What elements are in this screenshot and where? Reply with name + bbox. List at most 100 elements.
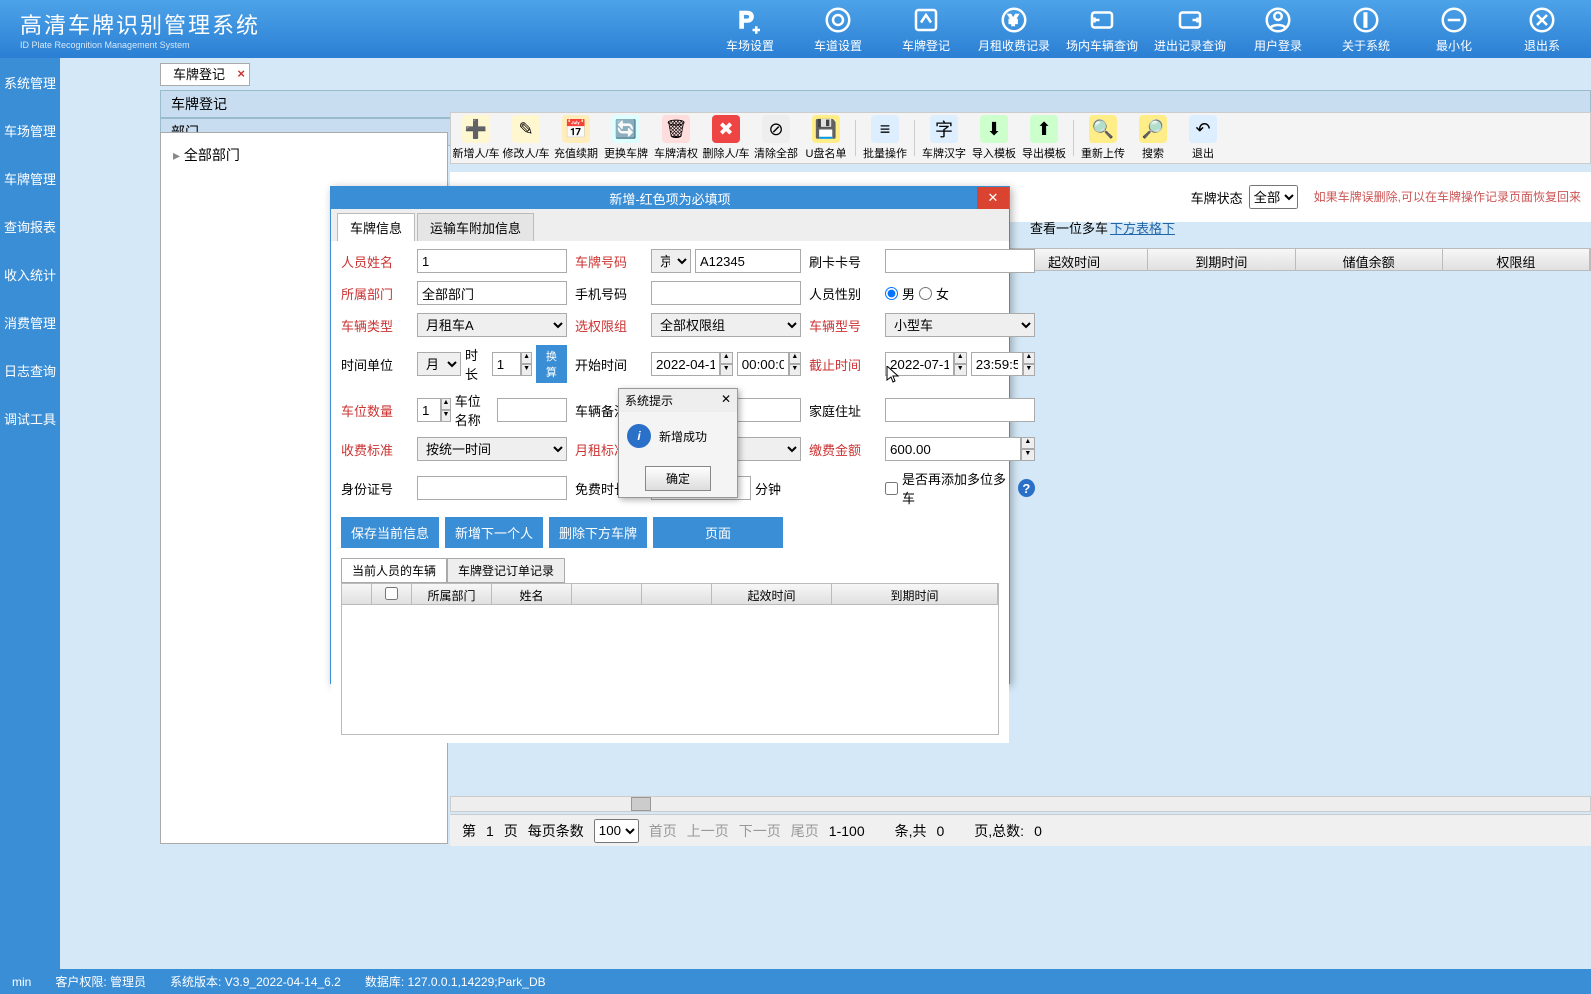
input-end-date[interactable] xyxy=(885,352,954,376)
tb-delete[interactable]: ✖删除人/车 xyxy=(701,115,751,161)
tb-reupload[interactable]: 🔍重新上传 xyxy=(1078,115,1128,161)
multi-car-label: 查看一位多车 xyxy=(1030,218,1108,237)
input-end-time[interactable] xyxy=(971,352,1023,376)
input-phone[interactable] xyxy=(651,281,801,305)
pager-first[interactable]: 首页 xyxy=(649,821,677,841)
tab-label: 车牌登记 xyxy=(173,67,225,82)
dialog-close-icon[interactable]: ✕ xyxy=(977,187,1009,209)
tb-export[interactable]: ⬆导出模板 xyxy=(1019,115,1069,161)
input-dept[interactable] xyxy=(417,281,567,305)
lnav-consume[interactable]: 消费管理 xyxy=(0,298,60,346)
tab-close-icon[interactable]: × xyxy=(237,66,245,81)
nav-inlot-query[interactable]: 场内车辆查询 xyxy=(1061,5,1143,54)
tree-root[interactable]: 全部部门 xyxy=(169,141,439,169)
input-start-date[interactable] xyxy=(651,352,720,376)
status-select[interactable]: 全部 xyxy=(1249,185,1298,209)
input-duration[interactable] xyxy=(492,352,522,376)
nav-inout-query[interactable]: 进出记录查询 xyxy=(1149,5,1231,54)
input-plate-no[interactable] xyxy=(695,249,801,273)
tb-import[interactable]: ⬇导入模板 xyxy=(969,115,1019,161)
input-start-time[interactable] xyxy=(737,352,789,376)
tb-clearauth[interactable]: 🗑车牌清权 xyxy=(651,115,701,161)
tb-add[interactable]: ➕新增人/车 xyxy=(451,115,501,161)
nav-lane-settings[interactable]: 车道设置 xyxy=(797,5,879,54)
nav-user-login[interactable]: 用户登录 xyxy=(1237,5,1319,54)
tb-search[interactable]: 🔎搜索 xyxy=(1128,115,1178,161)
lbl-fee: 缴费金额 xyxy=(809,440,877,459)
btn-calc[interactable]: 换算 xyxy=(536,345,567,383)
pager-perpage[interactable]: 100 xyxy=(594,819,639,843)
lnav-lot[interactable]: 车场管理 xyxy=(0,106,60,154)
nav-lot-settings[interactable]: P车场设置 xyxy=(709,5,791,54)
help-icon[interactable]: ? xyxy=(1018,479,1035,497)
lbl-plate: 车牌号码 xyxy=(575,252,643,271)
nav-minimize[interactable]: 最小化 xyxy=(1413,5,1495,54)
nav-exit[interactable]: 退出系 xyxy=(1501,5,1583,54)
btn-save[interactable]: 保存当前信息 xyxy=(341,517,439,548)
input-fee[interactable] xyxy=(885,437,1021,461)
tb-usb[interactable]: 💾U盘名单 xyxy=(801,115,851,161)
inner-grid-body[interactable] xyxy=(341,605,999,735)
lnav-report[interactable]: 查询报表 xyxy=(0,202,60,250)
input-slotname[interactable] xyxy=(497,398,567,422)
btn-page[interactable]: 页面 xyxy=(653,517,783,548)
lnav-plate[interactable]: 车牌管理 xyxy=(0,154,60,202)
svg-text:¥: ¥ xyxy=(1008,12,1018,29)
input-addr[interactable] xyxy=(885,398,1035,422)
lnav-income[interactable]: 收入统计 xyxy=(0,250,60,298)
input-slots[interactable] xyxy=(417,398,441,422)
alert-ok-button[interactable]: 确定 xyxy=(645,466,711,491)
nav-monthly-fee[interactable]: ¥月租收费记录 xyxy=(973,5,1055,54)
inner-chk-all[interactable] xyxy=(385,587,398,600)
select-timeunit[interactable]: 月 xyxy=(417,352,461,376)
lnav-system[interactable]: 系统管理 xyxy=(0,58,60,106)
tb-hanzi[interactable]: 字车牌汉字 xyxy=(919,115,969,161)
lbl-timeunit: 时间单位 xyxy=(341,355,409,374)
tb-clearall[interactable]: ⊘清除全部 xyxy=(751,115,801,161)
pager-prev[interactable]: 上一页 xyxy=(687,821,729,841)
pager-next[interactable]: 下一页 xyxy=(739,821,781,841)
nav-about[interactable]: i关于系统 xyxy=(1325,5,1407,54)
radio-male[interactable] xyxy=(885,287,898,300)
alert-close-icon[interactable]: ✕ xyxy=(721,392,731,409)
dialog-title-text: 新增-红色项为必填项 xyxy=(609,189,730,208)
select-feestd[interactable]: 按统一时间 xyxy=(417,437,567,461)
toolbar: ➕新增人/车 ✎修改人/车 📅充值续期 🔄更换车牌 🗑车牌清权 ✖删除人/车 ⊘… xyxy=(450,112,1591,164)
lnav-debug[interactable]: 调试工具 xyxy=(0,394,60,442)
lbl-vmodel: 车辆型号 xyxy=(809,316,877,335)
select-vtype[interactable]: 月租车A xyxy=(417,313,567,337)
grid-hscroll[interactable] xyxy=(450,796,1591,812)
lnav-log[interactable]: 日志查询 xyxy=(0,346,60,394)
nav-plate-register[interactable]: 车牌登记 xyxy=(885,5,967,54)
itab-cur-vehicles[interactable]: 当前人员的车辆 xyxy=(341,558,447,583)
dtab-transport-extra[interactable]: 运输车附加信息 xyxy=(417,213,534,241)
lbl-start: 开始时间 xyxy=(575,355,643,374)
input-idno[interactable] xyxy=(417,476,567,500)
select-plate-prov[interactable]: 京 xyxy=(651,249,691,273)
tb-recharge[interactable]: 📅充值续期 xyxy=(551,115,601,161)
btn-del-below[interactable]: 删除下方车牌 xyxy=(549,517,647,548)
tb-edit[interactable]: ✎修改人/车 xyxy=(501,115,551,161)
tb-exit[interactable]: ↶退出 xyxy=(1178,115,1228,161)
tb-replace[interactable]: 🔄更换车牌 xyxy=(601,115,651,161)
grid-link[interactable]: 下方表格下 xyxy=(1110,218,1175,237)
tab-plate-register[interactable]: 车牌登记 × xyxy=(160,63,250,86)
status-label: 车牌状态 xyxy=(1191,188,1243,207)
pager-last[interactable]: 尾页 xyxy=(791,821,819,841)
lbl-vtype: 车辆类型 xyxy=(341,316,409,335)
tb-batch[interactable]: ≡批量操作 xyxy=(860,115,910,161)
lbl-name: 人员姓名 xyxy=(341,252,409,271)
alert-box: 系统提示 ✕ i 新增成功 确定 xyxy=(618,388,738,498)
chk-addmore[interactable] xyxy=(885,482,898,495)
select-vmodel[interactable]: 小型车 xyxy=(885,313,1035,337)
app-title-block: 高清车牌识别管理系统 ID Plate Recognition Manageme… xyxy=(0,8,280,50)
dialog-title-bar[interactable]: 新增-红色项为必填项 ✕ xyxy=(331,187,1009,209)
input-name[interactable] xyxy=(417,249,567,273)
radio-female[interactable] xyxy=(919,287,932,300)
select-perm[interactable]: 全部权限组 xyxy=(651,313,801,337)
itab-orders[interactable]: 车牌登记订单记录 xyxy=(447,558,565,583)
btn-add-next[interactable]: 新增下一个人 xyxy=(445,517,543,548)
dtab-plate-info[interactable]: 车牌信息 xyxy=(337,213,415,241)
input-card[interactable] xyxy=(885,249,1035,273)
bg-grid-head: 起效时间 到期时间 储值余额 权限组 xyxy=(1000,248,1591,271)
